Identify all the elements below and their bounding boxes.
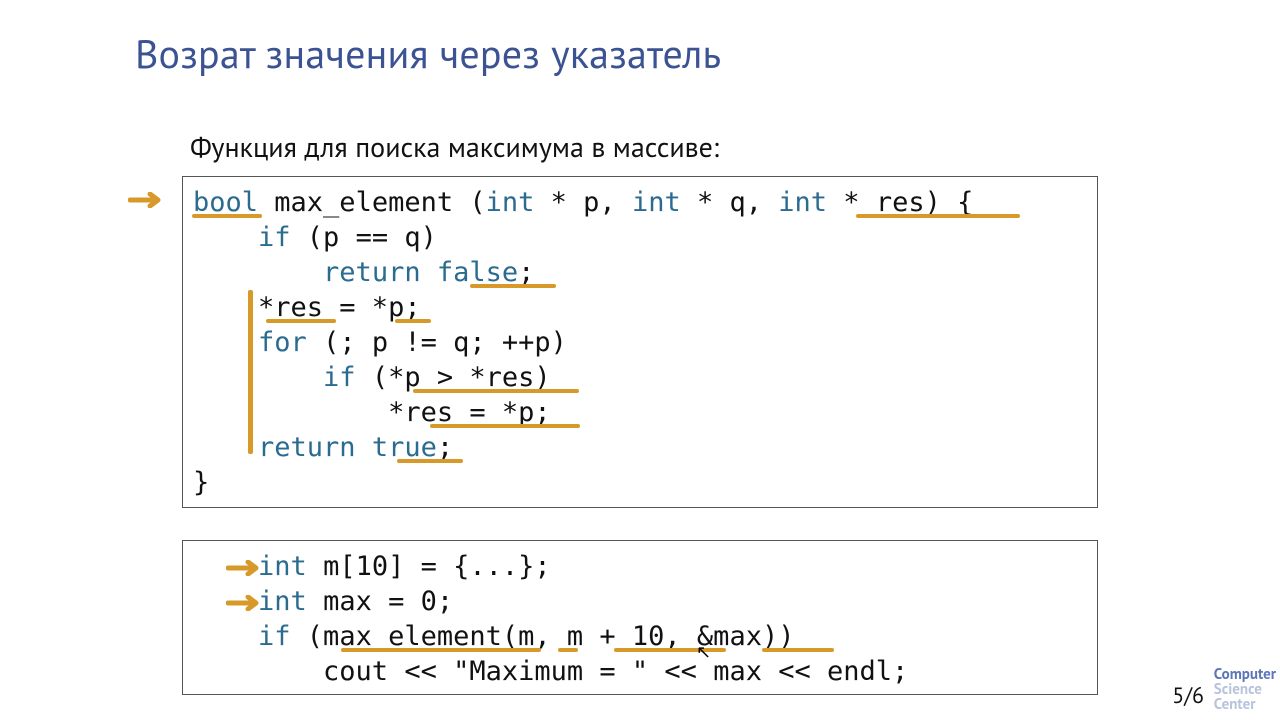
kw-int: int	[258, 586, 307, 617]
kw-return: return	[323, 257, 421, 288]
slide-title: Возрат значения через указатель	[135, 28, 721, 80]
kw-int: int	[258, 551, 307, 582]
slide-subtitle: Функция для поиска максимума в массиве:	[190, 128, 719, 165]
slide: Возрат значения через указатель Функция …	[0, 0, 1280, 720]
kw-int: int	[632, 187, 681, 218]
code-block-usage: int m[10] = {...}; int max = 0; if (max_…	[182, 540, 1098, 695]
kw-false: false	[437, 257, 518, 288]
page-number: 5/6	[1172, 682, 1204, 710]
arrow-icon	[128, 192, 164, 206]
cursor-icon: ↖	[696, 640, 711, 663]
kw-true: true	[372, 432, 437, 463]
kw-for: for	[258, 327, 307, 358]
kw-if: if	[258, 222, 291, 253]
kw-if: if	[258, 621, 291, 652]
code-block-function: bool max_element (int * p, int * q, int …	[182, 176, 1098, 508]
kw-if: if	[323, 362, 356, 393]
logo: Computer Science Center	[1214, 667, 1276, 712]
kw-int: int	[778, 187, 827, 218]
kw-int: int	[486, 187, 535, 218]
kw-return: return	[258, 432, 356, 463]
kw-bool: bool	[193, 187, 258, 218]
